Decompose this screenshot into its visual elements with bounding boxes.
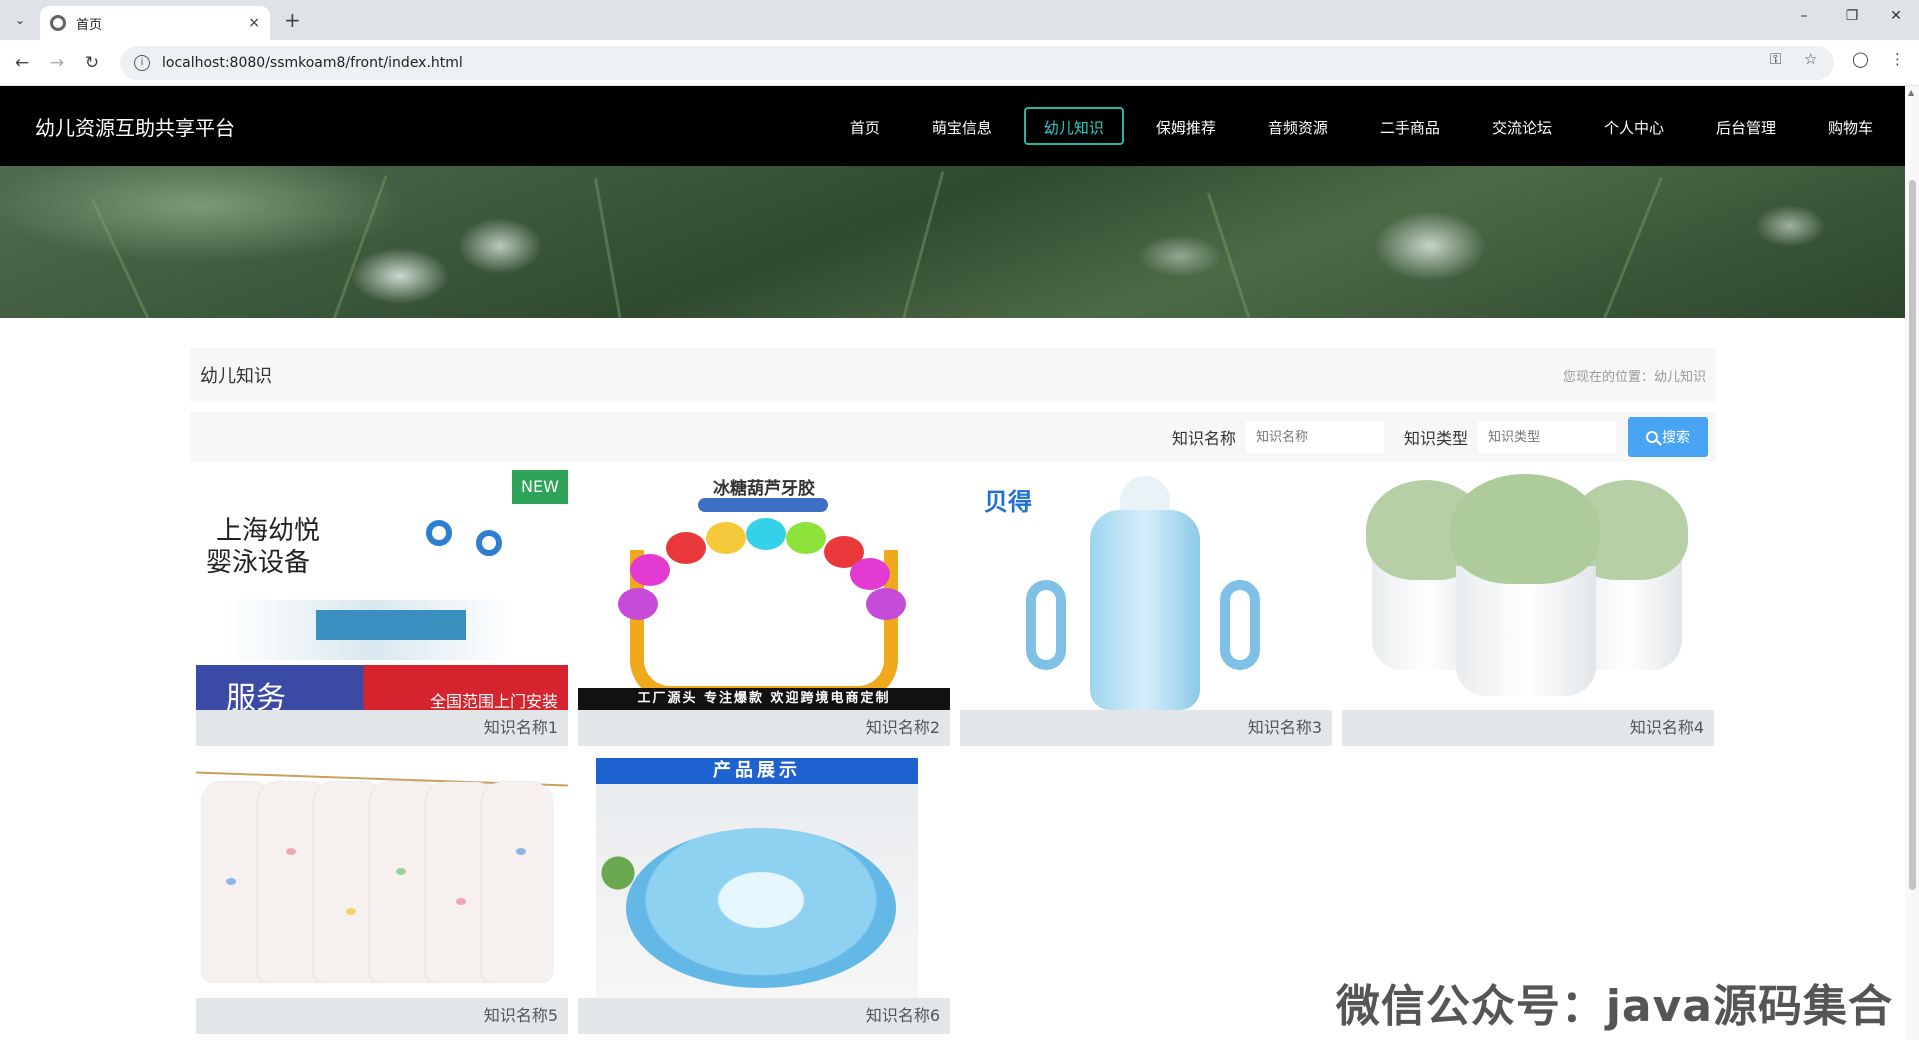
knowledge-name[interactable]: 知识名称1	[196, 710, 568, 746]
knowledge-name[interactable]: 知识名称6	[578, 998, 950, 1034]
menu-item-home[interactable]: 首页	[830, 107, 900, 145]
menu-item-nanny[interactable]: 保姆推荐	[1136, 107, 1236, 145]
more-menu-icon[interactable]: ⋮	[1890, 50, 1905, 68]
knowledge-card[interactable]: 冰糖葫芦牙胶 工厂源头 专注爆款 欢迎跨境电商定制 知识名称2	[578, 470, 950, 746]
web-page: 幼儿资源互助共享平台 首页 萌宝信息 幼儿知识 保姆推荐 音频资源 二手商品 交…	[0, 86, 1905, 1040]
menu-item-baby-info[interactable]: 萌宝信息	[912, 107, 1012, 145]
browser-tabstrip: ⌄ 首页 × + – ❐ ✕	[0, 0, 1919, 40]
knowledge-name[interactable]: 知识名称4	[1342, 710, 1714, 746]
scroll-up-icon[interactable]: ▲	[1908, 88, 1914, 97]
search-bar: 知识名称 知识类型 搜索	[190, 412, 1716, 462]
restore-button[interactable]: ❐	[1830, 8, 1874, 24]
knowledge-name[interactable]: 知识名称5	[196, 998, 568, 1034]
knowledge-card[interactable]: 知识名称4	[1342, 470, 1714, 746]
scrollbar-thumb[interactable]	[1909, 180, 1916, 890]
forward-button[interactable]: →	[45, 51, 69, 75]
main-menu: 首页 萌宝信息 幼儿知识 保姆推荐 音频资源 二手商品 交流论坛 个人中心 后台…	[830, 107, 1905, 147]
menu-item-secondhand[interactable]: 二手商品	[1360, 107, 1460, 145]
knowledge-card[interactable]: 贝得 知识名称3	[960, 470, 1332, 746]
knowledge-image[interactable]	[196, 758, 568, 998]
browser-toolbar: ← → ↻ i localhost:8080/ssmkoam8/front/in…	[0, 40, 1919, 86]
breadcrumb: 您现在的位置：幼儿知识	[1562, 369, 1706, 385]
profile-icon[interactable]: ◯	[1852, 50, 1869, 68]
new-tab-button[interactable]: +	[284, 8, 301, 32]
search-icon	[1646, 431, 1658, 443]
back-button[interactable]: ←	[10, 51, 34, 75]
menu-item-knowledge[interactable]: 幼儿知识	[1023, 107, 1124, 145]
site-title[interactable]: 幼儿资源互助共享平台	[35, 112, 235, 141]
knowledge-card[interactable]: 知识名称5	[196, 758, 568, 1034]
globe-icon	[50, 15, 66, 31]
knowledge-image[interactable]: 冰糖葫芦牙胶 工厂源头 专注爆款 欢迎跨境电商定制	[578, 470, 950, 710]
tab-search-button[interactable]: ⌄	[8, 8, 32, 32]
knowledge-image[interactable]: 产品展示	[578, 758, 950, 998]
knowledge-card[interactable]: 产品展示 知识名称6	[578, 758, 950, 1034]
knowledge-type-input[interactable]	[1478, 421, 1616, 453]
key-icon[interactable]: ⚿	[1770, 50, 1781, 68]
site-info-icon[interactable]: i	[134, 55, 150, 71]
knowledge-name[interactable]: 知识名称2	[578, 710, 950, 746]
knowledge-image[interactable]: 贝得	[960, 470, 1332, 710]
banner-carousel[interactable]	[0, 166, 1905, 318]
minimize-button[interactable]: –	[1782, 8, 1826, 24]
reload-button[interactable]: ↻	[80, 51, 104, 75]
window-close-button[interactable]: ✕	[1874, 8, 1918, 24]
knowledge-name-input[interactable]	[1245, 421, 1384, 453]
knowledge-name[interactable]: 知识名称3	[960, 710, 1332, 746]
page-scrollbar[interactable]: ▲	[1905, 86, 1919, 1040]
section-title-bar: 幼儿知识 您现在的位置：幼儿知识	[190, 348, 1716, 402]
search-button[interactable]: 搜索	[1628, 417, 1708, 457]
name-label: 知识名称	[1171, 429, 1236, 448]
menu-item-profile[interactable]: 个人中心	[1584, 107, 1684, 145]
main-content: 幼儿知识 您现在的位置：幼儿知识 知识名称 知识类型 搜索 YOUYUE NE	[190, 348, 1716, 1034]
type-label: 知识类型	[1403, 429, 1468, 448]
watermark-text: 微信公众号：java源码集合	[1335, 981, 1893, 1032]
menu-item-audio[interactable]: 音频资源	[1248, 107, 1348, 145]
menu-item-admin[interactable]: 后台管理	[1696, 107, 1796, 145]
browser-tab[interactable]: 首页 ×	[40, 6, 270, 40]
knowledge-image[interactable]: YOUYUE NEW 上海幼悦 婴泳设备 服务 全国范围上门安装	[196, 470, 568, 710]
knowledge-image[interactable]	[1342, 470, 1714, 710]
search-button-label: 搜索	[1662, 430, 1690, 446]
menu-item-cart[interactable]: 购物车	[1808, 107, 1893, 145]
menu-item-forum[interactable]: 交流论坛	[1472, 107, 1572, 145]
url-text[interactable]: localhost:8080/ssmkoam8/front/index.html	[162, 55, 463, 71]
section-title: 幼儿知识	[200, 366, 272, 387]
knowledge-card[interactable]: YOUYUE NEW 上海幼悦 婴泳设备 服务 全国范围上门安装 知识名称1	[196, 470, 568, 746]
tab-title: 首页	[76, 17, 103, 33]
bookmark-star-icon[interactable]: ☆	[1804, 50, 1817, 68]
tab-close-icon[interactable]: ×	[248, 15, 260, 31]
site-header: 幼儿资源互助共享平台 首页 萌宝信息 幼儿知识 保姆推荐 音频资源 二手商品 交…	[0, 86, 1905, 166]
address-bar[interactable]: i localhost:8080/ssmkoam8/front/index.ht…	[120, 46, 1834, 80]
